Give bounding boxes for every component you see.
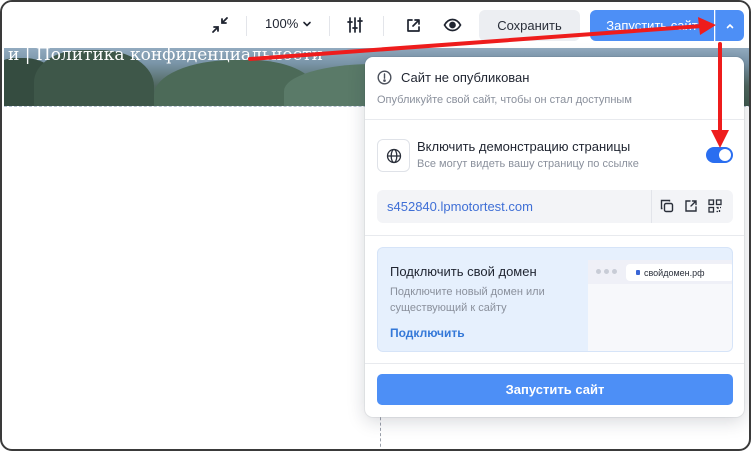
external-link-icon[interactable] [683, 198, 699, 214]
toolbar-divider [383, 16, 384, 36]
chevron-up-icon [726, 23, 734, 28]
site-url-box: s452840.lpmotortest.com [377, 190, 733, 223]
demo-subtitle: Все могут видеть вашу страницу по ссылке [417, 158, 639, 170]
zoom-value: 100% [265, 16, 299, 31]
settings-sliders-icon[interactable] [343, 13, 367, 37]
zoom-select[interactable]: 100% [265, 16, 312, 31]
status-title: Сайт не опубликован [401, 70, 530, 85]
save-button[interactable]: Сохранить [479, 10, 580, 41]
divider [365, 363, 744, 364]
launch-site-button[interactable]: Запустить сайт [590, 10, 714, 41]
browser-preview: свойдомен.рф [588, 260, 732, 351]
site-url-link[interactable]: s452840.lpmotortest.com [387, 199, 533, 214]
connect-domain-link[interactable]: Подключить [390, 326, 465, 340]
demo-title: Включить демонстрацию страницы [417, 139, 631, 154]
preview-domain: свойдомен.рф [644, 267, 705, 278]
demo-toggle[interactable] [706, 147, 733, 163]
qr-code-icon[interactable] [707, 198, 723, 214]
copy-icon[interactable] [659, 198, 675, 214]
external-link-icon[interactable] [401, 13, 425, 37]
toolbar-divider [329, 16, 330, 36]
divider [365, 119, 744, 120]
connect-domain-card: Подключить свой домен Подключите новый д… [377, 247, 733, 352]
launch-options-toggle[interactable] [715, 10, 744, 41]
editor-window: и | Политика конфиденциальности 100% Сох… [0, 0, 751, 451]
info-circle-icon [377, 70, 392, 85]
toolbar-divider [246, 16, 247, 36]
collapse-icon[interactable] [208, 13, 232, 37]
publish-popup: Сайт не опубликован Опубликуйте свой сай… [365, 57, 744, 417]
hero-menu-text: и | Политика конфиденциальности [8, 45, 323, 65]
lock-icon [636, 270, 640, 275]
domain-subtitle: Подключите новый домен или существующий … [390, 286, 545, 314]
divider [365, 235, 744, 236]
globe-icon [377, 139, 410, 172]
top-toolbar: 100% Сохранить Запустить сайт [2, 2, 749, 48]
preview-address-bar: свойдомен.рф [626, 264, 732, 281]
chevron-down-icon [303, 21, 312, 27]
status-subtitle: Опубликуйте свой сайт, чтобы он стал дос… [377, 94, 632, 106]
launch-site-popup-button[interactable]: Запустить сайт [377, 374, 733, 405]
canvas-guide-line [380, 412, 381, 449]
domain-title: Подключить свой домен [390, 264, 537, 279]
eye-icon[interactable] [440, 13, 464, 37]
